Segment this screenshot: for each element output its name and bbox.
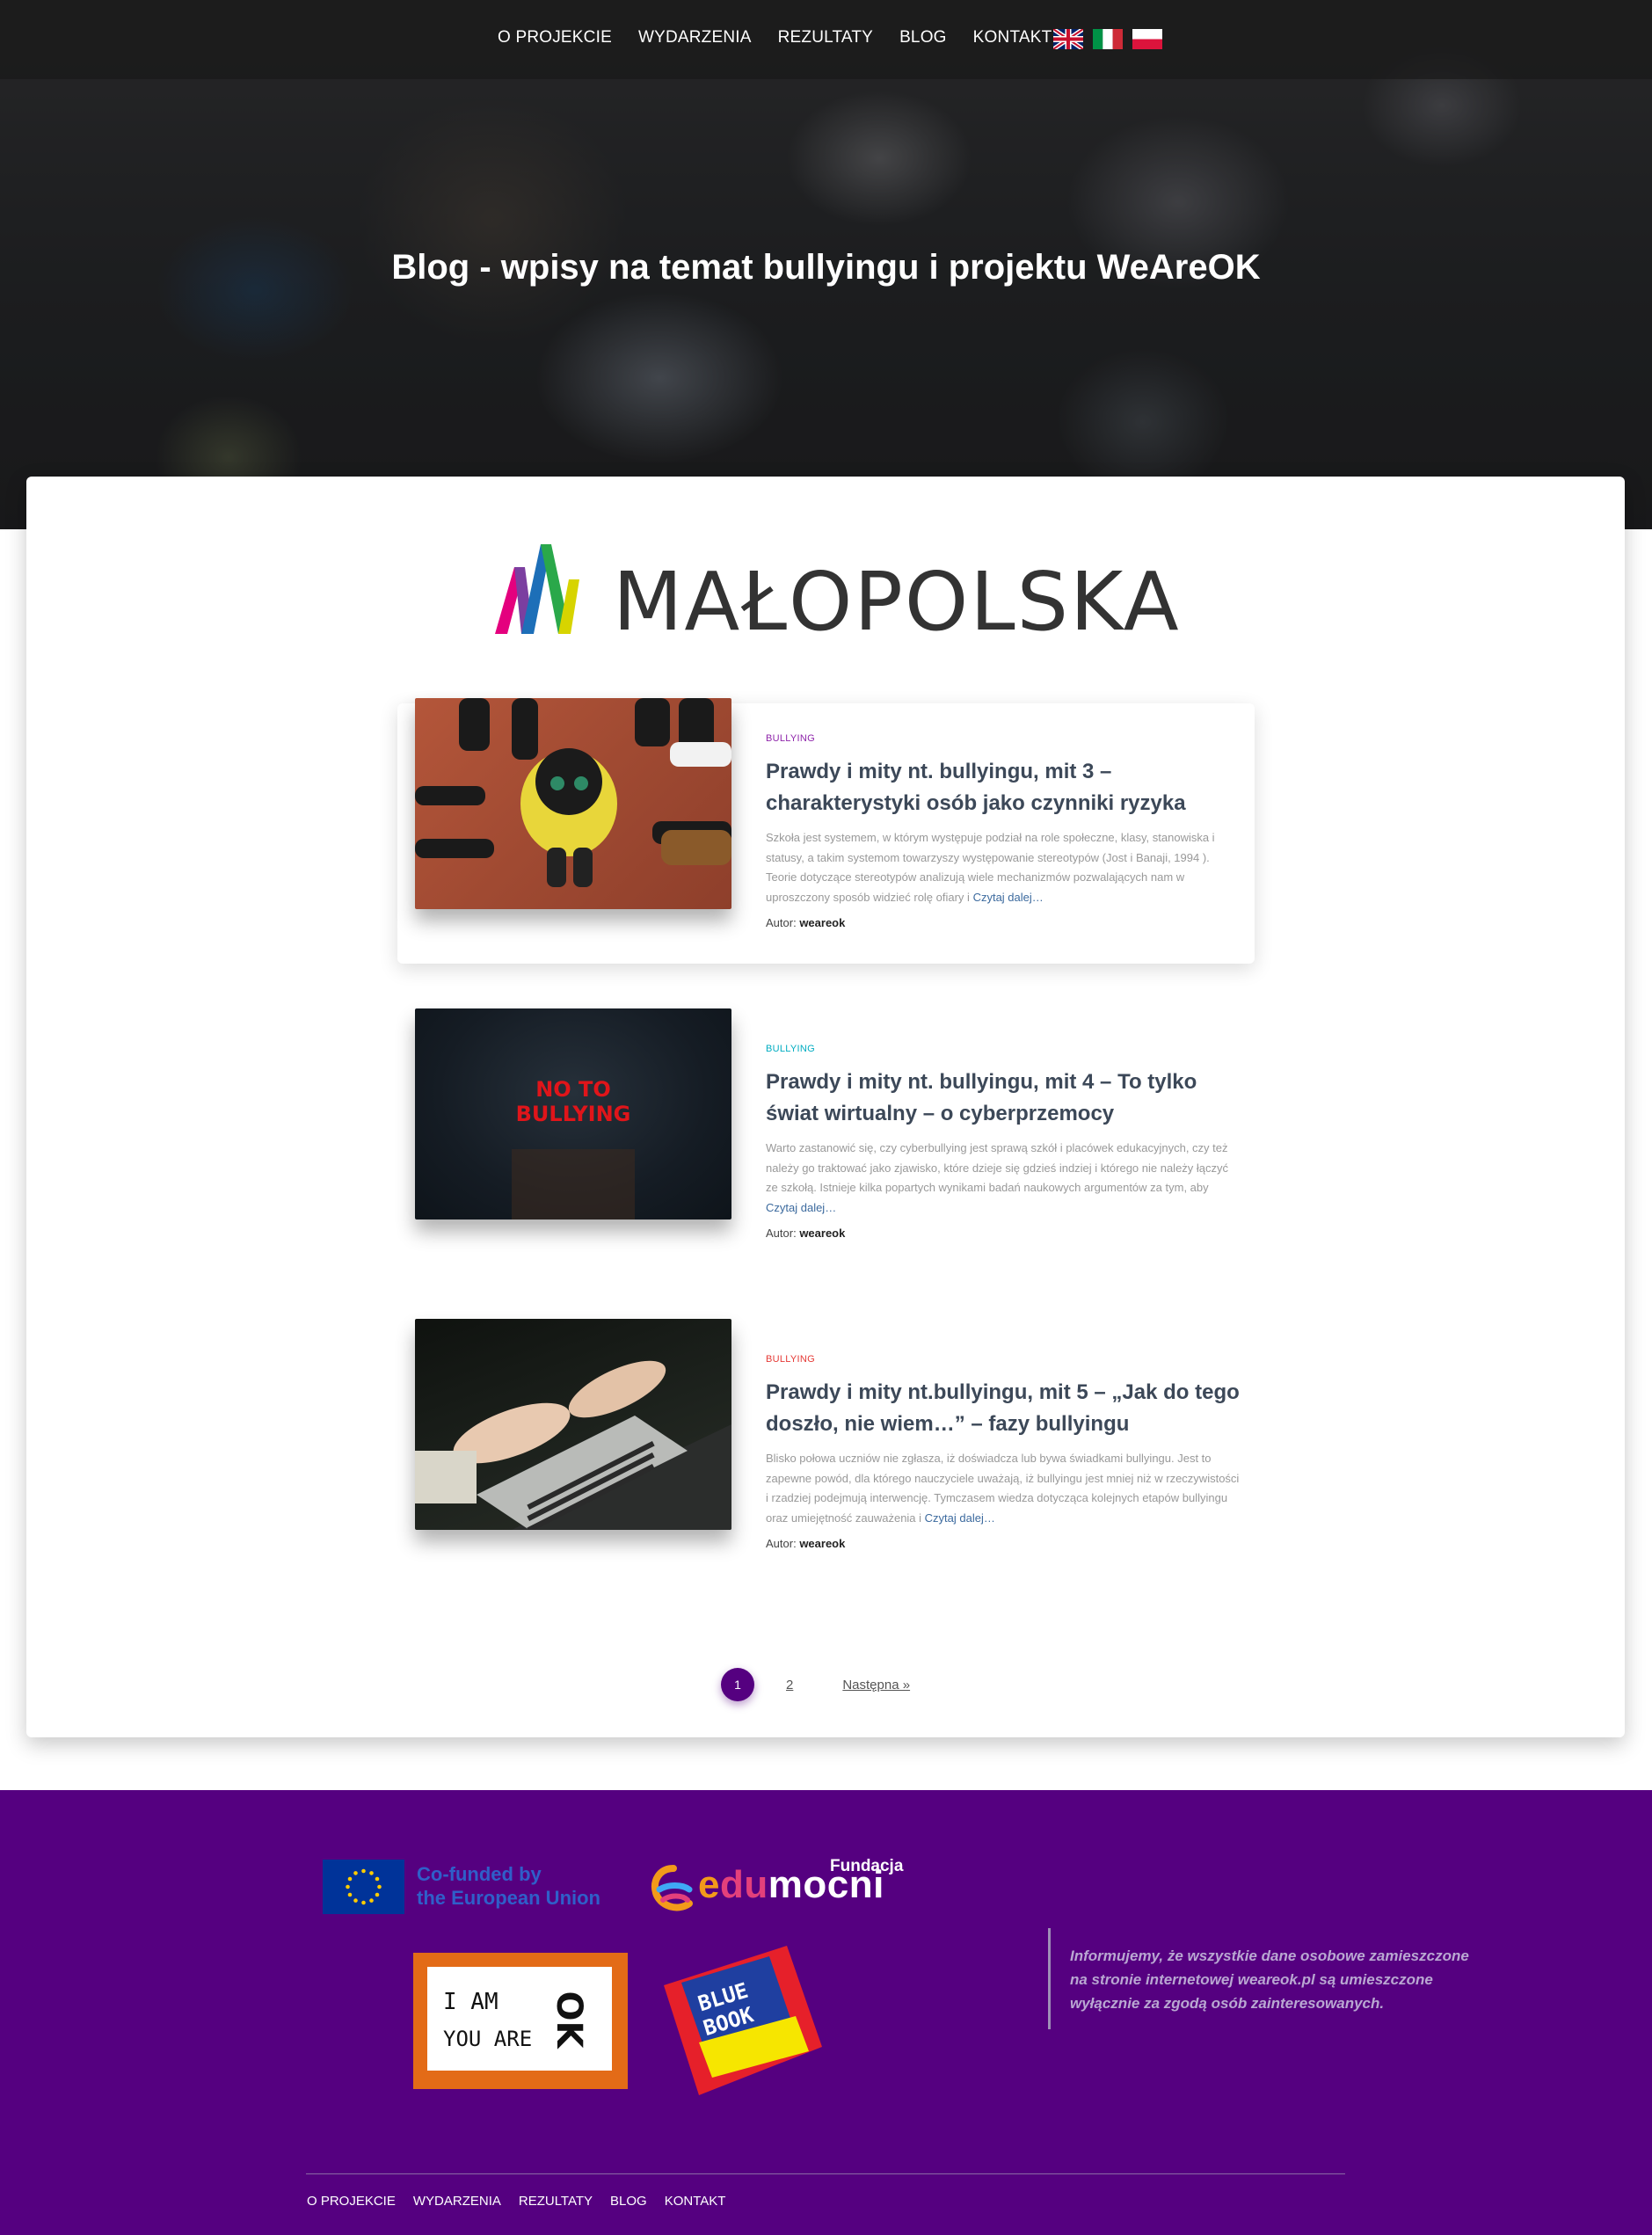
page-current[interactable]: 1 (721, 1668, 754, 1701)
post-thumbnail[interactable] (415, 1319, 731, 1530)
edumocni-swirl-icon (651, 1865, 693, 1911)
page-link-2[interactable]: 2 (786, 1678, 793, 1693)
post-excerpt: Szkoła jest systemem, w którym występuje… (766, 828, 1241, 907)
top-navbar: O PROJEKCIE WYDARZENIA REZULTATY BLOG KO… (0, 0, 1652, 79)
nav-item-kontakt[interactable]: KONTAKT (973, 28, 1052, 47)
edumocni-e: e (698, 1863, 720, 1906)
italy-flag-icon[interactable] (1093, 29, 1123, 49)
post-author: Autor: weareok (766, 1537, 1241, 1550)
privacy-notice-text: Informujemy, że wszystkie dane osobowe z… (1070, 1947, 1469, 2012)
footer-nav-blog[interactable]: BLOG (610, 2194, 647, 2209)
read-more-link[interactable]: Czytaj dalej… (766, 1201, 836, 1214)
footer-divider (306, 2173, 1345, 2174)
pagination: 1 2 Następna » (721, 1668, 910, 1701)
post-card[interactable]: BULLYING Prawdy i mity nt. bullyingu, mi… (397, 698, 1255, 964)
iamok-line2: YOU ARE (443, 2027, 532, 2051)
iamok-logo: I AM YOU ARE OK (413, 1953, 628, 2089)
footer-nav-rezultaty[interactable]: REZULTATY (519, 2194, 593, 2209)
image-text-bullying: BULLYING (516, 1102, 631, 1126)
post-card[interactable]: NO TO BULLYING BULLYING Prawdy i mity nt… (397, 1008, 1255, 1274)
eu-stars-icon (346, 1868, 382, 1905)
post-category[interactable]: BULLYING (766, 1354, 1241, 1365)
read-more-link[interactable]: Czytaj dalej… (973, 891, 1044, 904)
privacy-notice: Informujemy, że wszystkie dane osobowe z… (1048, 1928, 1479, 2029)
iamok-graphic: I AM YOU ARE OK (443, 1989, 589, 2051)
iamok-inner: I AM YOU ARE OK (427, 1967, 612, 2071)
eu-cofunded-text: Co-funded by the European Union (417, 1862, 600, 1910)
footer-nav-o-projekcie[interactable]: O PROJEKCIE (307, 2194, 396, 2209)
post-author: Autor: weareok (766, 916, 1241, 929)
iamok-ok-mark: OK (549, 1991, 589, 2050)
image-text-no-to: NO TO (535, 1077, 611, 1102)
eu-text-line2: the European Union (417, 1887, 600, 1909)
laptop-typing-image (415, 1360, 731, 1530)
post-author: Autor: weareok (766, 1227, 1241, 1240)
author-name[interactable]: weareok (799, 1537, 845, 1550)
post-excerpt: Warto zastanowić się, czy cyberbullying … (766, 1139, 1241, 1218)
pointing-hands-image (415, 698, 731, 887)
bluebook-graphic: BLUE BOOK (664, 1946, 822, 2095)
author-name[interactable]: weareok (799, 1227, 845, 1240)
language-switcher (1053, 29, 1162, 49)
nav-item-o-projekcie[interactable]: O PROJEKCIE (498, 28, 612, 47)
eu-flag-icon (323, 1860, 404, 1914)
post-title[interactable]: Prawdy i mity nt. bullyingu, mit 4 – To … (766, 1067, 1241, 1130)
nav-item-rezultaty[interactable]: REZULTATY (778, 28, 873, 47)
post-body: BULLYING Prawdy i mity nt. bullyingu, mi… (766, 733, 1241, 929)
post-excerpt: Blisko połowa uczniów nie zgłasza, iż do… (766, 1449, 1241, 1528)
post-title[interactable]: Prawdy i mity nt. bullyingu, mit 3 – cha… (766, 756, 1241, 819)
footer-nav-kontakt[interactable]: KONTAKT (665, 2194, 726, 2209)
footer-nav-wydarzenia[interactable]: WYDARZENIA (413, 2194, 501, 2209)
malopolska-m-icon (495, 544, 579, 634)
nav-item-blog[interactable]: BLOG (899, 28, 947, 47)
malopolska-logo: MAŁOPOLSKA (495, 544, 1179, 643)
hero-banner: Blog - wpisy na temat bullyingu i projek… (0, 0, 1652, 529)
author-name[interactable]: weareok (799, 916, 845, 929)
edumocni-du: du (719, 1863, 768, 1906)
post-thumbnail[interactable]: NO TO BULLYING (415, 1008, 731, 1219)
post-category[interactable]: BULLYING (766, 1044, 1241, 1054)
page-title: Blog - wpisy na temat bullyingu i projek… (391, 248, 1261, 287)
author-label: Autor: (766, 1537, 797, 1550)
post-body: BULLYING Prawdy i mity nt.bullyingu, mit… (766, 1354, 1241, 1550)
bluebook-logo: BLUE BOOK (664, 1946, 822, 2095)
iamok-line1: I AM (443, 1989, 499, 2015)
nav-item-wydarzenia[interactable]: WYDARZENIA (638, 28, 752, 47)
author-label: Autor: (766, 1227, 797, 1240)
post-excerpt-text: Warto zastanowić się, czy cyberbullying … (766, 1141, 1229, 1194)
next-page-link[interactable]: Następna » (842, 1678, 910, 1693)
post-card[interactable]: BULLYING Prawdy i mity nt.bullyingu, mit… (397, 1319, 1255, 1584)
eu-text-line1: Co-funded by (417, 1863, 542, 1885)
poland-flag-icon[interactable] (1132, 29, 1162, 49)
author-label: Autor: (766, 916, 797, 929)
edumocni-fundacja: Fundacja (830, 1857, 904, 1875)
post-title[interactable]: Prawdy i mity nt.bullyingu, mit 5 – „Jak… (766, 1377, 1241, 1440)
post-thumbnail[interactable] (415, 698, 731, 909)
post-excerpt-text: Blisko połowa uczniów nie zgłasza, iż do… (766, 1452, 1240, 1525)
main-menu: O PROJEKCIE WYDARZENIA REZULTATY BLOG KO… (498, 28, 1052, 47)
post-category[interactable]: BULLYING (766, 733, 1241, 744)
read-more-link[interactable]: Czytaj dalej… (925, 1511, 995, 1525)
footer-menu: O PROJEKCIE WYDARZENIA REZULTATY BLOG KO… (307, 2194, 725, 2209)
post-body: BULLYING Prawdy i mity nt. bullyingu, mi… (766, 1044, 1241, 1240)
malopolska-logo-text: MAŁOPOLSKA (613, 555, 1181, 649)
uk-flag-icon[interactable] (1053, 29, 1083, 49)
no-to-bullying-image: NO TO BULLYING (512, 1077, 635, 1219)
